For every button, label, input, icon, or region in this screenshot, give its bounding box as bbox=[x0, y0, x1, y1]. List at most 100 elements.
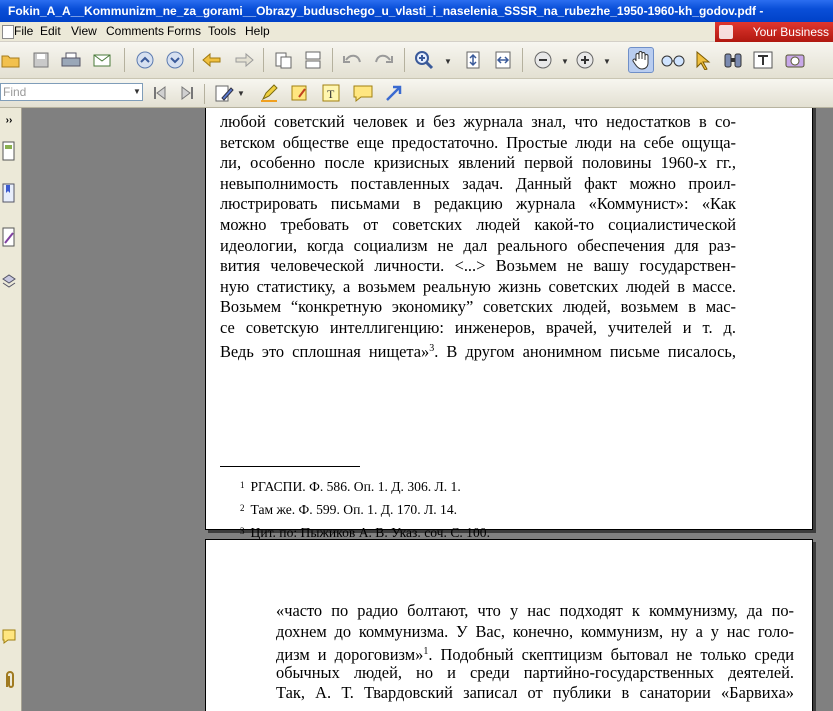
text-line: «часто по радио болтают, что у нас подхо… bbox=[276, 601, 794, 620]
find-input[interactable]: Find bbox=[0, 83, 143, 101]
find-dropdown-icon[interactable]: ▼ bbox=[132, 84, 142, 100]
svg-text:T: T bbox=[327, 87, 335, 101]
text-line: невыполнимость поставленных задач. Данны… bbox=[220, 173, 736, 193]
menu-tools[interactable]: Tools bbox=[208, 24, 236, 39]
signatures-icon[interactable] bbox=[0, 226, 18, 250]
attachments-icon[interactable] bbox=[0, 668, 18, 692]
menu-file[interactable]: File bbox=[14, 24, 33, 39]
fit-page-icon[interactable] bbox=[462, 49, 484, 71]
forward-icon[interactable] bbox=[233, 49, 255, 71]
text-line: дохнем до коммунизма. У Вас, конечно, ко… bbox=[276, 621, 794, 641]
open-icon[interactable] bbox=[0, 49, 22, 71]
text-line: Так, А. Т. Твардовский записал от публик… bbox=[276, 683, 794, 703]
menu-comments[interactable]: Comments bbox=[106, 24, 164, 39]
select-tool-icon[interactable] bbox=[692, 49, 714, 71]
highlight-icon[interactable] bbox=[258, 82, 280, 104]
text-line: Возьмем “конкретную экономику” советских… bbox=[220, 297, 736, 317]
promo-icon bbox=[719, 25, 733, 39]
footnote-divider bbox=[220, 466, 360, 467]
text-fragment: Ведь это сплошная нищета» bbox=[220, 341, 430, 361]
comments-panel-icon[interactable] bbox=[0, 626, 18, 650]
text-select-icon[interactable] bbox=[752, 49, 774, 71]
text-line: идеологии, когда социализм не дал реальн… bbox=[220, 235, 736, 255]
promo-button[interactable]: Your Business bbox=[715, 22, 833, 42]
toolbar-separator bbox=[124, 48, 125, 72]
text-line: ли, особенно после кризисных явлений пер… bbox=[220, 153, 736, 173]
binoculars-icon[interactable] bbox=[722, 49, 744, 71]
text-fragment: . В другом анонимном письме писалось, bbox=[434, 341, 736, 361]
menu-forms[interactable]: Forms bbox=[167, 24, 201, 39]
back-icon[interactable] bbox=[201, 49, 223, 71]
edit-dropdown-icon[interactable]: ▼ bbox=[237, 89, 245, 98]
zoom-plus-dropdown-icon[interactable]: ▼ bbox=[603, 57, 611, 66]
footnote-number: 2 bbox=[240, 503, 245, 513]
text-line: можно требовать от советских людей какой… bbox=[220, 214, 736, 234]
text-line: ветском обществе еще предостаточно. Прос… bbox=[220, 132, 736, 152]
text-fragment: . Подобный скептицизм бытовал не только … bbox=[428, 645, 794, 665]
next-page-icon[interactable] bbox=[164, 49, 186, 71]
hand-tool-icon[interactable] bbox=[628, 47, 654, 73]
document-view[interactable]: любой советский человек и без журнала зн… bbox=[22, 108, 833, 711]
rotate-icon[interactable] bbox=[272, 49, 294, 71]
text-line: обычных людей, но и среди партийно-госуд… bbox=[276, 662, 794, 682]
text-line: любой советский человек и без журнала зн… bbox=[220, 112, 736, 131]
window-title: Fokin_A_A__Kommunizm_ne_za_gorami__Obraz… bbox=[8, 4, 764, 18]
footnote-text: Цит. по: Пыжиков А. В. Указ. соч. С. 100… bbox=[250, 525, 490, 540]
bookmarks-icon[interactable] bbox=[0, 182, 18, 206]
glasses-icon[interactable] bbox=[660, 49, 686, 71]
promo-label: Your Business bbox=[752, 25, 829, 39]
fit-width-icon[interactable] bbox=[492, 49, 514, 71]
text-line: Ведь это сплошная нищета»3. В другом ано… bbox=[220, 339, 736, 361]
collapse-icon[interactable]: ›› bbox=[0, 108, 18, 132]
toolbar-separator bbox=[263, 48, 264, 72]
toolbar-separator bbox=[404, 48, 405, 72]
print-icon[interactable] bbox=[60, 49, 82, 71]
title-bar: Fokin_A_A__Kommunizm_ne_za_gorami__Obraz… bbox=[0, 0, 833, 22]
toolbar-separator bbox=[332, 48, 333, 72]
text-fragment: дизм и дороговизм» bbox=[276, 645, 424, 665]
snapshot-icon[interactable] bbox=[784, 49, 806, 71]
toolbar-separator bbox=[204, 84, 205, 104]
pdf-page-129: любой советский человек и без журнала зн… bbox=[205, 108, 813, 566]
menu-view[interactable]: View bbox=[71, 24, 97, 39]
zoom-out-icon[interactable] bbox=[532, 49, 554, 71]
navigation-panel: ›› bbox=[0, 108, 22, 711]
toolbar-separator bbox=[522, 48, 523, 72]
menu-bar: File Edit View Comments Forms Tools Help bbox=[0, 22, 833, 42]
layers-icon[interactable] bbox=[0, 268, 18, 292]
text-line: се советскую интеллигенцию: инженеров, в… bbox=[220, 317, 736, 337]
zoom-plus-icon[interactable] bbox=[574, 49, 596, 71]
save-icon[interactable] bbox=[30, 49, 52, 71]
text-line: ную статистику, а возьмем реальную жизнь… bbox=[220, 276, 736, 296]
last-page-icon[interactable] bbox=[175, 82, 197, 104]
redo-icon[interactable] bbox=[372, 49, 394, 71]
document-icon bbox=[2, 25, 14, 39]
text-box-icon[interactable]: T bbox=[320, 82, 342, 104]
arrow-tool-icon[interactable] bbox=[383, 82, 405, 104]
page-layout-icon[interactable] bbox=[302, 49, 324, 71]
menu-help[interactable]: Help bbox=[245, 24, 270, 39]
pages-icon[interactable] bbox=[0, 140, 18, 164]
pdf-page-130: «часто по радио болтают, что у нас подхо… bbox=[205, 539, 813, 711]
footnote: 2 Там же. Ф. 599. Оп. 1. Д. 170. Л. 14. bbox=[240, 500, 457, 518]
prev-page-icon[interactable] bbox=[134, 49, 156, 71]
undo-icon[interactable] bbox=[342, 49, 364, 71]
zoom-out-dropdown-icon[interactable]: ▼ bbox=[561, 57, 569, 66]
comment-icon[interactable] bbox=[352, 82, 374, 104]
first-page-icon[interactable] bbox=[150, 82, 172, 104]
page-body-text: «часто по радио болтают, что у нас подхо… bbox=[276, 601, 794, 704]
note-icon[interactable] bbox=[288, 82, 310, 104]
edit-icon[interactable] bbox=[213, 82, 235, 104]
zoom-dropdown-icon[interactable]: ▼ bbox=[444, 57, 452, 66]
footnote-number: 1 bbox=[240, 480, 245, 490]
toolbar-separator bbox=[193, 48, 194, 72]
footnote: 1 РГАСПИ. Ф. 586. Оп. 1. Д. 306. Л. 1. bbox=[240, 477, 461, 495]
text-line: дизм и дороговизм»1. Подобный скептицизм… bbox=[276, 642, 794, 665]
text-line: люстрировать письмами в редакцию журнала… bbox=[220, 194, 736, 214]
text-line: вития человеческой личности. <...> Возьм… bbox=[220, 256, 736, 276]
zoom-in-icon[interactable] bbox=[414, 49, 436, 71]
footnote-text: РГАСПИ. Ф. 586. Оп. 1. Д. 306. Л. 1. bbox=[250, 479, 461, 494]
main-toolbar: ▼ ▼ ▼ bbox=[0, 42, 833, 79]
menu-edit[interactable]: Edit bbox=[40, 24, 61, 39]
email-icon[interactable] bbox=[92, 49, 114, 71]
